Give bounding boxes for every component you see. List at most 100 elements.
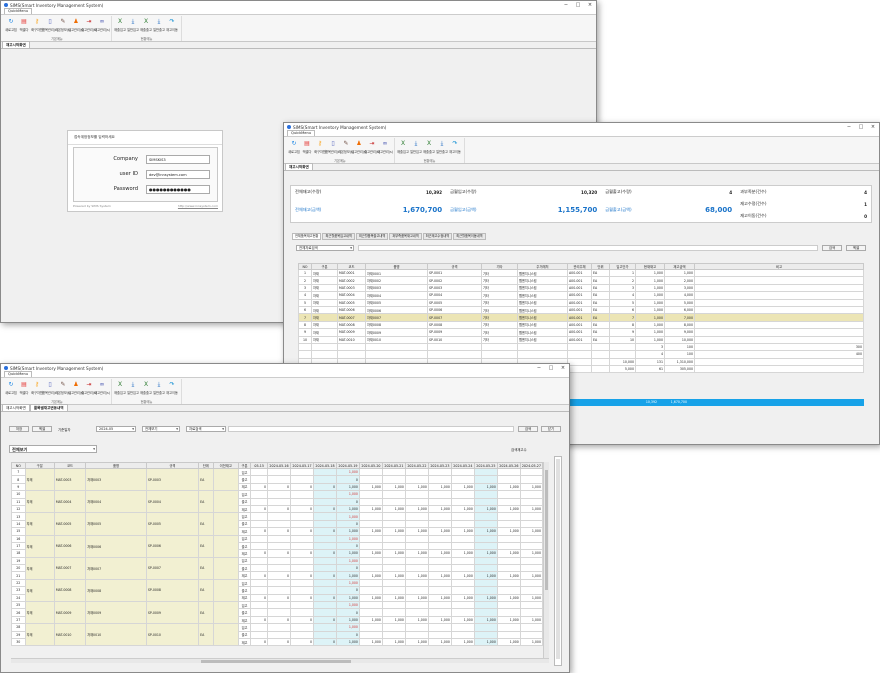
ribbon-button[interactable]: X 매출출고 (140, 379, 152, 395)
excel-icon: X (117, 381, 123, 388)
outer-scrollbar[interactable] (554, 456, 562, 666)
tab-item-stock-history[interactable]: 품목별재고변동내역 (29, 404, 68, 411)
ribbon-button[interactable]: ↷ 재고이동 (166, 379, 178, 395)
ribbon-button[interactable]: X 매출출고 (140, 16, 152, 32)
table-cell: 기타 (481, 268, 518, 278)
excel-button[interactable]: 엑셀 (32, 426, 52, 432)
ribbon-button[interactable]: ↻ 새로고침 (288, 138, 300, 154)
ribbon-button[interactable]: ↻ 새로고침 (5, 16, 17, 32)
minimize-button[interactable]: − (533, 365, 545, 371)
date-select[interactable]: 2024-05 (96, 426, 136, 432)
table-row[interactable]: 4 자재 MAT-0004 자재0004 SP-0004 기타 웹엔지니스컴 A00-001 E… (298, 291, 864, 300)
search-button[interactable]: 검색 (822, 245, 842, 251)
ribbon-button[interactable]: X 매출출고 (423, 138, 435, 154)
table-cell: 자재 (311, 276, 338, 285)
day-cell: 1,000 (404, 549, 429, 558)
close-button[interactable]: × (867, 124, 879, 130)
userid-field[interactable]: dev@innsystem.com (146, 169, 210, 179)
view-select[interactable]: 전체보기 (9, 445, 97, 453)
table-row[interactable]: 1 자재 MAT-0001 자재0001 SP-0001 기타 웹엔지니스컴 A00-001 E… (298, 268, 864, 278)
subtab[interactable]: 최근월품목입고내역 (322, 233, 355, 240)
ribbon-button[interactable]: ⤓ 일반입고 (127, 379, 139, 395)
table-row[interactable]: 4 100 400 (298, 350, 864, 359)
subtab[interactable]: 전체품목재고현황 (292, 233, 322, 240)
ribbon-button[interactable]: ⤓ 일반출고 (153, 379, 165, 395)
tab-start-screen[interactable]: 재고시작화면 (2, 404, 30, 411)
table-row[interactable]: 16 자재 MAT-0006 자재0006 SP-0006 EA 입고 1,000 (11, 534, 544, 558)
maximize-button[interactable]: □ (545, 365, 557, 371)
ribbon-button[interactable]: ∞ 재고관리(s) (94, 16, 110, 32)
quickmenu-tab[interactable]: QuickMenu (287, 130, 316, 136)
day-cell: 1,000 (427, 504, 452, 514)
minimize-button[interactable]: − (560, 2, 572, 8)
filter-select[interactable]: 전체자료검색 (296, 245, 354, 251)
category-select[interactable]: 전체보기 (142, 426, 180, 432)
table-row[interactable]: 10 자재 MAT-0010 자재0010 SP-0010 기타 웹엔지니스컴 A00-001… (298, 335, 864, 344)
excel-button[interactable]: 엑셀 (846, 245, 866, 251)
table-row[interactable]: 19 자재 MAT-0007 자재0007 SP-0007 EA 입고 1,000 (11, 556, 544, 580)
summary-subtabs: 전체품목재고현황 최근월품목입고내역 최근월품목출고내역 과부족품목재고내역 최근재고수… (292, 233, 487, 240)
mode-select[interactable]: 자료검색 (186, 426, 226, 432)
prev-stock (212, 512, 239, 536)
ribbon-button[interactable]: ↷ 재고이동 (449, 138, 461, 154)
day-cell (358, 630, 383, 640)
maximize-button[interactable]: □ (572, 2, 584, 8)
search-button[interactable]: 검색 (518, 426, 538, 432)
table-row[interactable]: 7 자재 MAT-0003 자재0003 SP-0003 EA 입고 1,000 (11, 467, 544, 492)
horizontal-scrollbar[interactable] (11, 658, 549, 663)
new-button[interactable]: 저장 (9, 426, 29, 432)
ribbon-button[interactable]: ⤓ 일반입고 (410, 138, 422, 154)
ribbon-button[interactable]: ▤ 엑셀다 (18, 16, 30, 32)
table-row[interactable]: 28 자재 MAT-0010 자재0010 SP-0010 EA 입고 1,000 (11, 623, 544, 647)
ribbon-button[interactable]: ↷ 재고이동 (166, 16, 178, 32)
ribbon-button[interactable]: ⤓ 일반출고 (153, 16, 165, 32)
subtab[interactable]: 최근재고수정내역 (422, 233, 453, 240)
subtab[interactable]: 최근월품목이동내역 (453, 233, 486, 240)
quickmenu-tab[interactable]: QuickMenu (4, 8, 33, 14)
table-row[interactable]: 8 자재 MAT-0008 자재0008 SP-0008 기타 웹엔지니스컴 A00-001 E… (298, 320, 864, 330)
ribbon-group: ↻ 새로고침 ▤ 엑셀다 ⚷ 화구자원 ▯ 품목관리(s) ✎ 기본정보(s) ♟ 입고관리(s) ⇥ 출… (3, 16, 112, 41)
subtab[interactable]: 최근월품목출고내역 (355, 233, 389, 240)
close-button[interactable]: × (557, 365, 569, 371)
ribbon-button[interactable]: X 매출입고 (114, 379, 126, 395)
ribbon-button[interactable]: ∞ 재고관리(s) (377, 138, 393, 154)
table-row[interactable]: 10 자재 MAT-0004 자재0004 SP-0004 EA 입고 1,000 (11, 490, 544, 514)
table-row[interactable]: 5 자재 MAT-0005 자재0005 SP-0005 기타 웹엔지니스컴 A00-001 E… (298, 298, 864, 307)
filter-text-input[interactable] (358, 245, 818, 251)
quickmenu-tab[interactable]: QuickMenu (4, 371, 33, 377)
tab-start-screen[interactable]: 재고시작화면 (285, 163, 313, 170)
ribbon-button[interactable]: ∞ 재고관리(s) (94, 379, 110, 395)
vertical-scrollbar[interactable] (543, 462, 549, 658)
subtab[interactable]: 과부족품목재고내역 (389, 233, 422, 240)
hscroll-thumb[interactable] (201, 660, 351, 663)
website-link[interactable]: http://www.innsystem.com (178, 204, 218, 208)
ribbon-button[interactable]: ⤓ 일반출고 (436, 138, 448, 154)
minimize-button[interactable]: − (843, 124, 855, 130)
ribbon-button[interactable]: ▤ 엑셀다 (301, 138, 313, 154)
search-text-input[interactable] (228, 426, 514, 432)
maximize-button[interactable]: □ (855, 124, 867, 130)
movement-type: 입고 (237, 534, 252, 543)
ribbon-button[interactable]: ⤓ 일반입고 (127, 16, 139, 32)
table-row[interactable]: 9 자재 MAT-0009 자재0009 SP-0009 기타 웹엔지니스컴 A00-001 E… (298, 328, 864, 337)
close-button[interactable]: × (584, 2, 596, 8)
password-field[interactable]: ●●●●●●●●●●●● (146, 184, 210, 194)
close-tab-button[interactable]: 닫기 (541, 426, 561, 432)
table-row[interactable]: 7 자재 MAT-0007 자재0007 SP-0007 기타 웹엔지니스컴 A00-001 E… (298, 313, 864, 322)
table-cell (481, 350, 518, 359)
tab-start-screen[interactable]: 재고시작화면 (2, 41, 30, 48)
table-row[interactable]: 2 자재 MAT-0002 자재0002 SP-0002 기타 웹엔지니스컴 A00-001 E… (298, 276, 864, 285)
ribbon-button[interactable]: ↻ 새로고침 (5, 379, 17, 395)
table-row[interactable]: 3 100 300 (298, 342, 864, 352)
scroll-thumb[interactable] (545, 470, 548, 590)
item-code: MAT-0004 (53, 490, 87, 514)
table-row[interactable]: 25 자재 MAT-0009 자재0009 SP-0009 EA 입고 1,000 (11, 601, 544, 625)
company-field[interactable]: SIMSKIS3 (146, 154, 210, 164)
table-row[interactable]: 13 자재 MAT-0005 자재0005 SP-0005 EA 입고 1,000 (11, 512, 544, 536)
table-row[interactable]: 3 자재 MAT-0003 자재0003 SP-0003 기타 웹엔지니스컴 A00-001 E… (298, 283, 864, 293)
ribbon-button[interactable]: ▤ 엑셀다 (18, 379, 30, 395)
ribbon-button[interactable]: X 매출입고 (397, 138, 409, 154)
table-row[interactable]: 6 자재 MAT-0006 자재0006 SP-0006 기타 웹엔지니스컴 A00-001 E… (298, 305, 864, 315)
table-row[interactable]: 22 자재 MAT-0008 자재0008 SP-0008 EA 입고 1,000 (11, 578, 544, 603)
ribbon-button[interactable]: X 매출입고 (114, 16, 126, 32)
